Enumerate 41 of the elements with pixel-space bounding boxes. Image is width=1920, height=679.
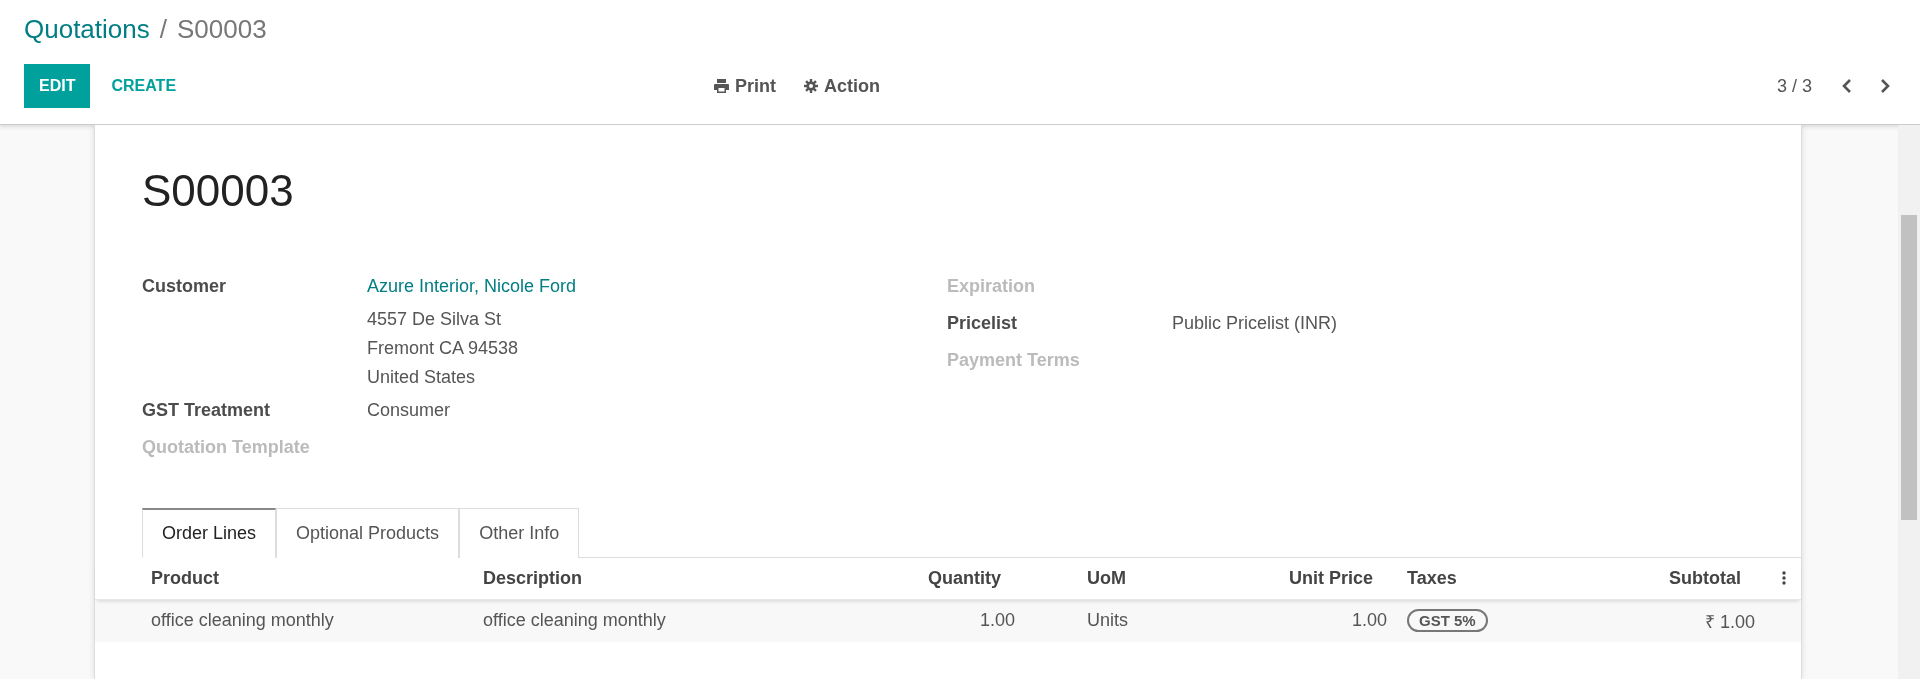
action-button[interactable]: Action [804, 75, 880, 97]
table-cell: office cleaning monthly [151, 610, 334, 631]
column-header[interactable]: Subtotal [1601, 567, 1767, 589]
table-cell: office cleaning monthly [483, 610, 666, 631]
tax-tag: GST 5% [1407, 609, 1488, 633]
column-header[interactable]: Description [475, 567, 881, 589]
document-title: S00003 [142, 165, 295, 217]
field-label: GST Treatment [142, 398, 272, 422]
field-value: Public Pricelist (INR) [1172, 311, 1338, 335]
column-header[interactable]: UoM [1027, 567, 1201, 589]
column-header[interactable]: Product [143, 567, 475, 589]
scrollbar[interactable] [1898, 125, 1920, 679]
field-value: Consumer [367, 398, 451, 422]
address-line: Fremont CA 94538 [367, 336, 520, 360]
breadcrumb-link[interactable]: Quotations [24, 14, 150, 45]
field-label: Customer [142, 274, 227, 298]
table-cell: 1.00 [979, 610, 1015, 631]
field-label: Payment Terms [947, 348, 1081, 372]
column-header[interactable]: Quantity [881, 567, 1027, 589]
tab[interactable]: Optional Products [276, 507, 460, 558]
field-label: Quotation Template [142, 435, 311, 459]
pager-counter: 3 / 3 [1776, 75, 1812, 97]
tab[interactable]: Order Lines [142, 507, 277, 558]
action-button[interactable]: Print [714, 75, 776, 97]
field-label: Expiration [947, 274, 1036, 298]
column-header[interactable]: Taxes [1399, 567, 1601, 589]
address-line: 4557 De Silva St [367, 307, 503, 331]
table-cell: 1.00 [1351, 610, 1387, 631]
breadcrumb-separator: / [159, 14, 167, 45]
breadcrumb-current: S00003 [177, 14, 267, 45]
print-icon [714, 79, 729, 93]
column-header[interactable]: Unit Price [1201, 567, 1399, 589]
customer-link[interactable]: Azure Interior, Nicole Ford [367, 267, 577, 305]
address-line: United States [367, 365, 477, 389]
scrollbar-thumb[interactable] [1901, 215, 1917, 520]
gear-icon [804, 79, 818, 93]
table-cell: ₹ 1.00 [1704, 611, 1755, 632]
table-cell: Units [1087, 610, 1128, 631]
tab[interactable]: Other Info [459, 507, 580, 558]
field-label: Pricelist [947, 311, 1019, 335]
more-icon[interactable] [1782, 571, 1786, 586]
